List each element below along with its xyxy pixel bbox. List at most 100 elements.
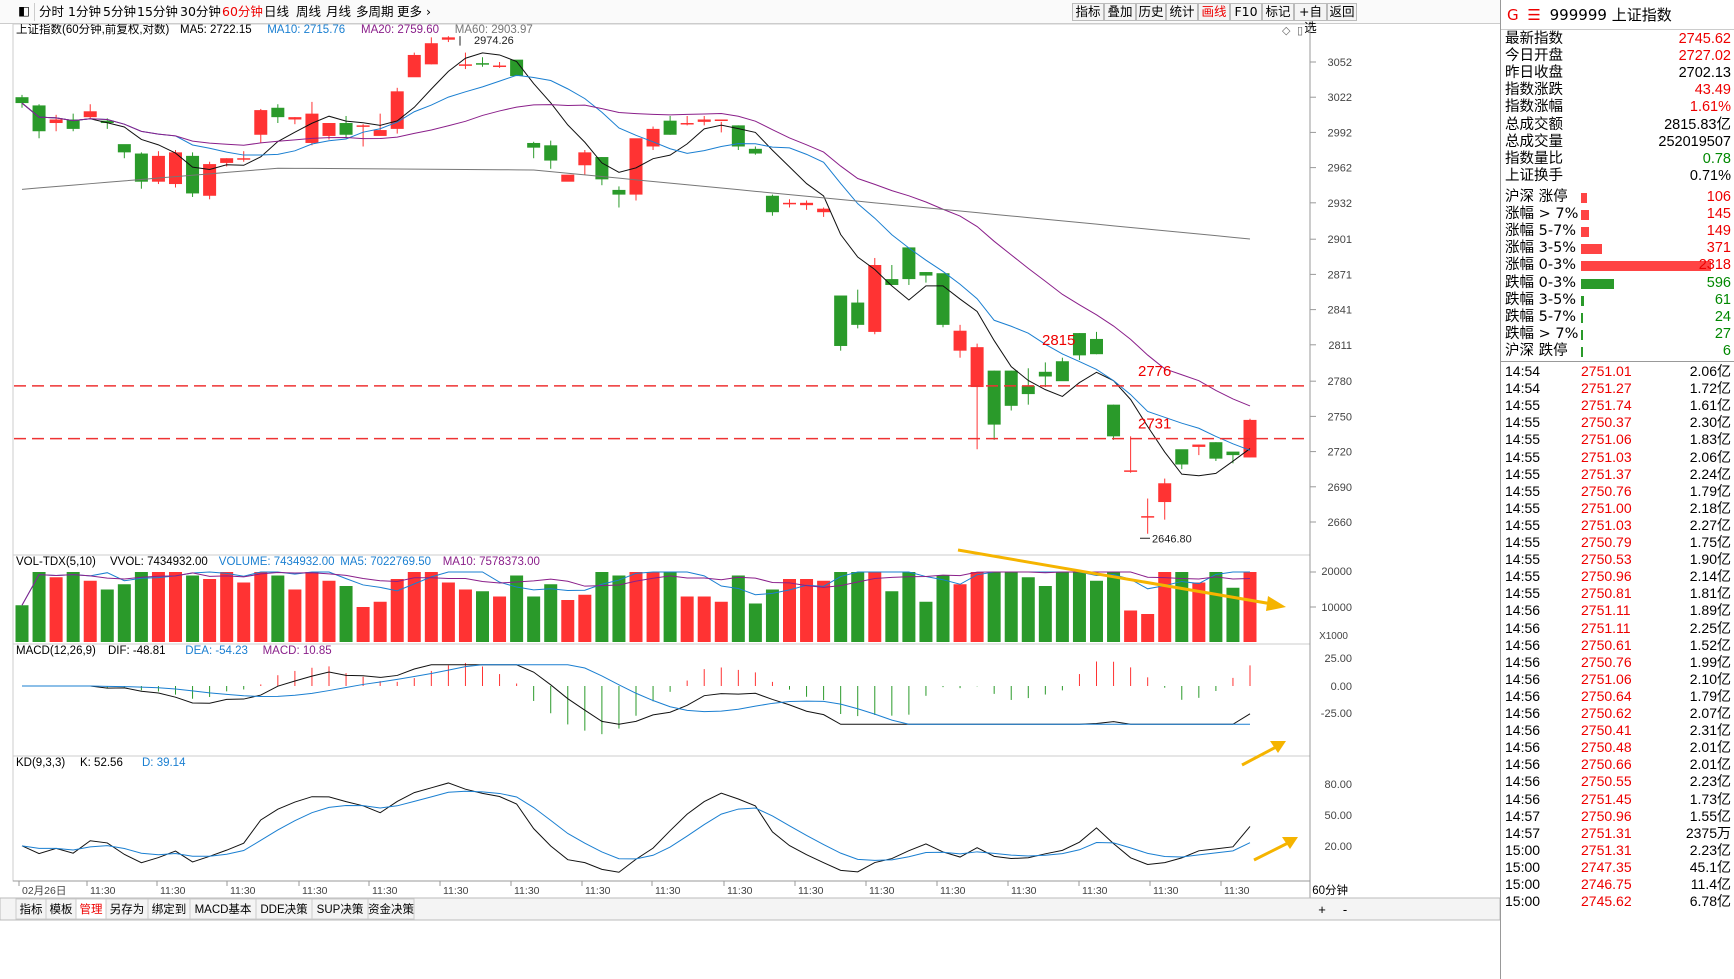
toolbar-button-8[interactable]: 返回 [1327, 3, 1357, 21]
period-tab-10[interactable]: 更多 › [397, 4, 431, 20]
period-tab-1[interactable]: 1分钟 [68, 4, 101, 20]
period-tab-9[interactable]: 多周期 [356, 4, 394, 20]
candle-body[interactable] [902, 247, 916, 280]
period-tab-5[interactable]: 60分钟 [222, 4, 263, 20]
candle-body[interactable] [407, 54, 421, 78]
candle-body[interactable] [1209, 442, 1223, 459]
candle-body[interactable] [356, 125, 370, 127]
candle-body[interactable] [322, 123, 336, 136]
candle-body[interactable] [680, 123, 694, 125]
candle-body[interactable] [987, 370, 1001, 425]
macd-tick-2: -25.00 [1321, 708, 1352, 720]
candle-body[interactable] [1192, 444, 1206, 447]
bottom-tab-label-8: 资金决策 [368, 902, 414, 916]
candle-body[interactable] [1158, 483, 1172, 503]
candle-body[interactable] [1055, 361, 1069, 382]
y-tick-label-5: 2901 [1328, 234, 1352, 246]
candle-body[interactable] [765, 195, 779, 213]
candle-body[interactable] [936, 273, 950, 325]
candle-body[interactable] [970, 347, 984, 388]
toolbar-button-1[interactable]: 叠加 [1104, 3, 1136, 21]
toolbar-button-3[interactable]: 统计 [1166, 3, 1198, 21]
candle-body[interactable] [578, 152, 592, 166]
volume-bar [271, 575, 285, 642]
candle-body[interactable] [458, 64, 472, 66]
candle-body[interactable] [271, 107, 285, 118]
candle-body[interactable] [373, 130, 387, 136]
candle-body[interactable] [134, 153, 148, 182]
candle-body[interactable] [32, 105, 46, 132]
volume-bar [134, 572, 148, 642]
period-tab-2[interactable]: 5分钟 [103, 4, 136, 20]
macd-title: MACD(12,26,9) [16, 645, 96, 657]
candle-body[interactable] [1124, 470, 1138, 472]
candle-body[interactable] [220, 158, 234, 163]
candle-body[interactable] [237, 158, 251, 160]
volume-bar [1021, 577, 1035, 642]
candle-body[interactable] [919, 272, 933, 276]
volume-bar [765, 589, 779, 642]
candle-body[interactable] [49, 119, 63, 124]
candle-body[interactable] [1141, 516, 1155, 518]
period-tab-4[interactable]: 30分钟 [180, 4, 221, 20]
kline-chart-area[interactable]: 3052 3022 2992 2962 2932 2901 2871 2841 2811 2780… [0, 24, 1500, 979]
period-tab-8[interactable]: 月线 [326, 4, 351, 20]
candle-body[interactable] [527, 142, 541, 148]
layout-toggle-icon[interactable]: ◧ [18, 3, 30, 19]
candle-body[interactable] [254, 110, 268, 135]
toolbar-button-5[interactable]: F10 [1230, 3, 1262, 21]
tick-row-20: 14:56 2750.62 2.07亿 [1505, 705, 1731, 721]
bottom-tab-label-0: 指标 [20, 902, 43, 916]
candle-body[interactable] [953, 330, 967, 351]
trend-arrow-vol-head [1266, 596, 1286, 611]
candle-body[interactable] [783, 202, 796, 205]
tick-row-16: 14:56 2750.61 1.52亿 [1505, 636, 1731, 653]
candle-body[interactable] [117, 144, 131, 153]
candle-body[interactable] [697, 119, 711, 122]
main-title: 上证指数(60分钟,前复权,对数) [16, 24, 170, 36]
candle-body[interactable] [851, 302, 865, 325]
candle-body[interactable] [748, 148, 762, 154]
toolbar-button-2[interactable]: 历史 [1136, 3, 1166, 21]
candle-body[interactable] [424, 43, 438, 65]
candle-body[interactable] [1090, 338, 1103, 355]
period-tab-7[interactable]: 周线 [296, 4, 321, 20]
candle-body[interactable] [476, 63, 489, 65]
candle-body[interactable] [493, 65, 507, 68]
candle-body[interactable] [1175, 449, 1189, 465]
volume-bar [748, 603, 762, 642]
candle-body[interactable] [544, 145, 558, 161]
toolbar-button-0[interactable]: 指标 [1072, 3, 1104, 21]
candle-body[interactable] [629, 138, 643, 195]
candle-body[interactable] [1004, 370, 1018, 406]
period-tab-6[interactable]: 日线 [264, 4, 289, 20]
candle-body[interactable] [834, 295, 848, 346]
candle-body[interactable] [15, 97, 29, 104]
toolbar-button-4[interactable]: 画线 [1198, 3, 1230, 21]
candle-body[interactable] [663, 120, 677, 135]
candle-body[interactable] [83, 111, 97, 118]
x-label-0: 02月26日 [22, 885, 66, 897]
candle-body[interactable] [390, 91, 404, 129]
candle-body[interactable] [1107, 404, 1121, 437]
candle-body[interactable] [800, 202, 814, 206]
toolbar-button-6[interactable]: 标记 [1262, 3, 1294, 21]
candle-body[interactable] [1226, 451, 1240, 456]
period-tab-0[interactable]: 分时 [39, 4, 64, 20]
toolbar-button-7[interactable]: +自选 [1294, 3, 1327, 35]
candle-body[interactable] [817, 208, 831, 213]
tick-row-31: 15:00 2745.62 6.78亿 [1505, 893, 1731, 910]
candle-body[interactable] [441, 37, 455, 40]
label-2731: 2731 [1138, 416, 1171, 433]
candle-body[interactable] [339, 123, 353, 135]
period-tab-3[interactable]: 15分钟 [137, 4, 178, 20]
candle-body[interactable] [714, 119, 728, 122]
candle-body[interactable] [561, 174, 575, 182]
volume-bar [493, 596, 507, 642]
candle-body[interactable] [288, 117, 302, 120]
candle-body[interactable] [1021, 385, 1035, 395]
candle-body[interactable] [612, 189, 626, 195]
menu-icon[interactable]: ☰ [1527, 6, 1540, 24]
candle-body[interactable] [868, 265, 882, 332]
candle-body[interactable] [1038, 371, 1052, 377]
